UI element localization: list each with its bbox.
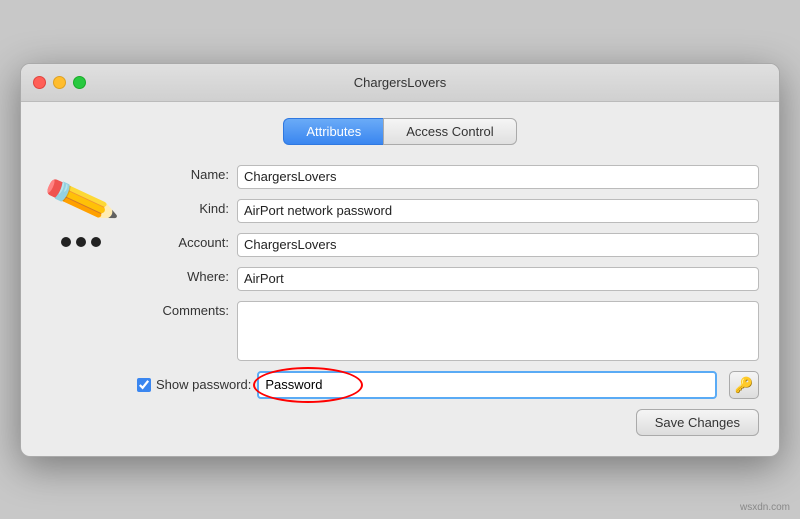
tab-attributes[interactable]: Attributes [283,118,383,145]
kind-label: Kind: [137,199,237,216]
tab-access-control[interactable]: Access Control [383,118,516,145]
pencil-icon: ✏️ [42,165,121,236]
minimize-button[interactable] [53,76,66,89]
show-password-label: Show password: [156,377,251,392]
window-title: ChargersLovers [354,75,447,90]
name-value: ChargersLovers [237,165,759,189]
dot-2 [76,237,86,247]
comments-label: Comments: [137,301,237,318]
checkbox-container: Show password: [137,377,251,392]
save-changes-button[interactable]: Save Changes [636,409,759,436]
password-input-container [257,371,717,399]
name-row: Name: ChargersLovers [137,165,759,189]
kind-value: AirPort network password [237,199,759,223]
name-label: Name: [137,165,237,182]
show-password-row: Show password: 🔑 [137,371,759,399]
tab-bar: Attributes Access Control [41,118,759,145]
form-area: Name: ChargersLovers Kind: AirPort netwo… [137,165,759,436]
dots-area [61,237,101,247]
account-value: ChargersLovers [237,233,759,257]
main-window: ChargersLovers Attributes Access Control… [20,63,780,457]
account-label: Account: [137,233,237,250]
kind-row: Kind: AirPort network password [137,199,759,223]
dot-3 [91,237,101,247]
main-area: ✏️ Name: ChargersLovers Kind: AirPort ne… [41,165,759,436]
key-button[interactable]: 🔑 [729,371,759,399]
account-row: Account: ChargersLovers [137,233,759,257]
where-row: Where: AirPort [137,267,759,291]
comments-row: Comments: [137,301,759,361]
watermark: wsxdn.com [740,502,790,513]
password-input[interactable] [257,371,717,399]
icon-area: ✏️ [41,165,121,247]
where-label: Where: [137,267,237,284]
where-value: AirPort [237,267,759,291]
titlebar: ChargersLovers [21,64,779,102]
key-icon: 🔑 [735,376,754,394]
close-button[interactable] [33,76,46,89]
maximize-button[interactable] [73,76,86,89]
show-password-checkbox[interactable] [137,378,151,392]
traffic-lights [33,76,86,89]
bottom-row: Save Changes [137,409,759,436]
window-content: Attributes Access Control ✏️ Name: Charg… [21,102,779,456]
comments-input[interactable] [237,301,759,361]
